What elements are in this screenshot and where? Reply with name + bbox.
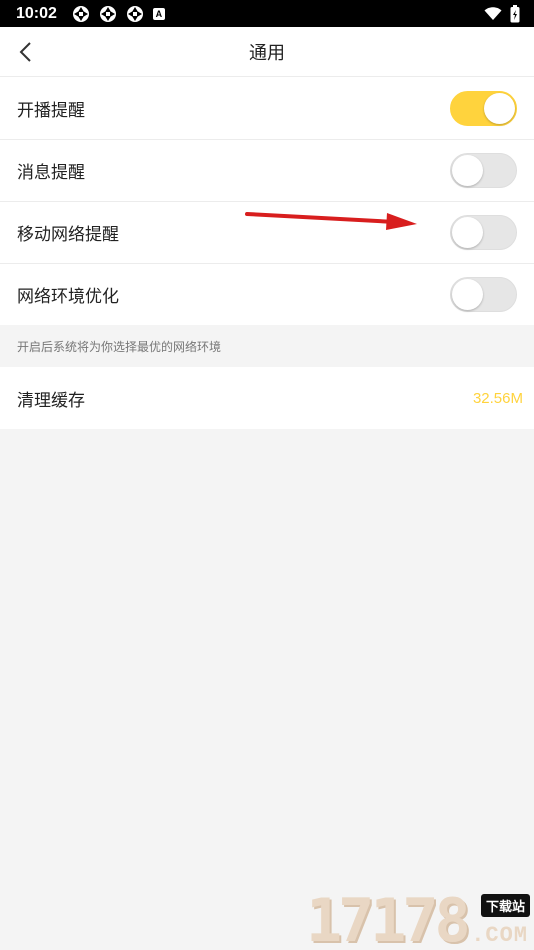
status-time: 10:02 — [16, 4, 57, 22]
network-hint-text: 开启后系统将为你选择最优的网络环境 — [0, 325, 534, 367]
wifi-icon — [484, 6, 502, 20]
page-title: 通用 — [249, 42, 285, 64]
app-notification-icon — [99, 5, 116, 22]
toggle-knob — [452, 154, 483, 186]
watermark-logo: 17178 下载站 .COM — [306, 886, 532, 950]
mobile-network-reminder-toggle[interactable] — [450, 214, 517, 250]
app-notification-icon — [126, 5, 143, 22]
status-left: 10:02 A — [16, 5, 165, 23]
back-button[interactable] — [10, 37, 40, 67]
setting-label: 移动网络提醒 — [17, 224, 119, 245]
title-bar: 通用 — [0, 27, 534, 77]
message-reminder-toggle[interactable] — [450, 152, 517, 188]
clear-cache-label: 清理缓存 — [17, 390, 85, 411]
watermark-badge: 下载站 — [480, 894, 530, 917]
setting-row-network-optimization: 网络环境优化 — [0, 263, 534, 325]
setting-row-message-reminder: 消息提醒 — [0, 139, 534, 201]
toggle-knob — [452, 216, 483, 248]
app-notification-icon — [72, 5, 89, 22]
setting-label: 消息提醒 — [17, 162, 85, 183]
watermark-number: 17178 — [306, 886, 471, 950]
clear-cache-row[interactable]: 清理缓存 32.56M — [0, 367, 534, 429]
setting-row-live-reminder: 开播提醒 — [0, 77, 534, 139]
status-right — [484, 4, 520, 23]
network-optimization-toggle[interactable] — [450, 276, 517, 312]
annotation-arrow-icon — [245, 212, 417, 230]
status-bar: 10:02 A — [0, 0, 534, 27]
toggle-knob — [484, 92, 515, 124]
settings-list: 开播提醒 消息提醒 移动网络提醒 网络环境优化 — [0, 77, 534, 325]
battery-charging-icon — [510, 4, 520, 22]
setting-label: 开播提醒 — [17, 100, 85, 121]
keyboard-a-icon: A — [152, 7, 165, 20]
watermark-suffix: .COM — [471, 923, 528, 948]
setting-label: 网络环境优化 — [17, 286, 119, 307]
chevron-left-icon — [19, 42, 31, 62]
live-reminder-toggle[interactable] — [450, 90, 517, 126]
toggle-knob — [452, 278, 483, 310]
cache-size-value: 32.56M — [472, 389, 523, 407]
